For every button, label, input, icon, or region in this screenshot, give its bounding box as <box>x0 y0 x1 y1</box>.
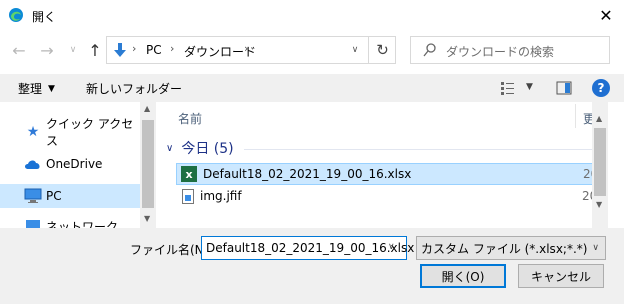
address-dropdown-button[interactable]: ∨ <box>346 40 364 60</box>
sidebar-item-network[interactable]: ネットワーク <box>0 216 140 228</box>
excel-file-icon: x <box>181 166 197 182</box>
refresh-icon: ↻ <box>376 41 389 59</box>
column-header-name[interactable]: 名前 <box>178 110 202 127</box>
close-button[interactable]: ✕ <box>588 0 624 30</box>
organize-button[interactable]: 整理 ▼ <box>18 80 55 97</box>
file-name: Default18_02_2021_19_00_16.xlsx <box>203 167 412 181</box>
scroll-up-icon[interactable]: ▲ <box>596 114 602 123</box>
breadcrumb-pc[interactable]: PC <box>146 43 162 57</box>
forward-button[interactable]: → <box>36 38 58 62</box>
file-row[interactable]: x Default18_02_2021_19_00_16.xlsx 2021 <box>176 163 614 185</box>
scroll-up-icon[interactable]: ▲ <box>144 104 150 113</box>
title-bar <box>0 0 624 30</box>
window-title: 開く <box>32 10 57 24</box>
edge-app-icon <box>8 7 24 23</box>
sidebar-item-onedrive[interactable]: OneDrive <box>0 152 140 176</box>
scroll-down-icon[interactable]: ▼ <box>144 214 150 223</box>
arrow-right-icon: → <box>40 40 54 60</box>
breadcrumb-separator-icon: › <box>170 42 175 55</box>
caret-down-icon: ▼ <box>48 83 55 94</box>
view-options-icon[interactable] <box>500 80 518 96</box>
new-folder-button[interactable]: 新しいフォルダー <box>86 80 182 97</box>
arrow-up-icon: ↑ <box>88 40 102 60</box>
chevron-down-icon: ∨ <box>166 142 174 154</box>
sidebar-item-label: OneDrive <box>46 157 103 171</box>
scrollbar-thumb[interactable] <box>142 120 154 208</box>
sidebar-item-label: PC <box>46 189 62 203</box>
network-icon <box>24 216 42 228</box>
back-button[interactable]: ← <box>8 38 30 62</box>
quick-access-star-icon: ★ <box>26 124 40 140</box>
arrow-left-icon: ← <box>12 40 26 60</box>
organize-label: 整理 <box>18 82 43 96</box>
chevron-down-icon: ∨ <box>351 45 359 55</box>
view-dropdown-icon[interactable]: ▼ <box>526 82 533 92</box>
scrollbar-thumb[interactable] <box>594 128 606 196</box>
group-divider <box>244 149 594 150</box>
search-icon <box>422 42 438 58</box>
file-row[interactable]: img.jfif 2021 <box>176 185 613 207</box>
help-icon[interactable]: ? <box>592 79 610 97</box>
cloud-icon <box>24 155 42 173</box>
chevron-down-icon: ∨ <box>592 243 599 253</box>
close-icon: ✕ <box>599 5 613 25</box>
sidebar-item-label: ネットワーク <box>46 220 119 228</box>
open-button[interactable]: 開く(O) <box>420 264 506 288</box>
refresh-button[interactable]: ↻ <box>368 36 396 64</box>
filename-dropdown-icon[interactable]: ∨ <box>388 242 395 252</box>
column-divider[interactable] <box>575 104 576 128</box>
chevron-down-icon: ∨ <box>69 45 77 55</box>
scroll-down-icon[interactable]: ▼ <box>596 200 602 209</box>
group-header-today[interactable]: ∨ 今日 (5) <box>166 138 234 158</box>
filename-input[interactable]: Default18_02_2021_19_00_16.xlsx <box>201 236 414 260</box>
right-gutter <box>608 102 624 228</box>
image-file-icon <box>182 188 194 204</box>
up-button[interactable]: ↑ <box>84 38 106 62</box>
sidebar-item-pc[interactable]: PC <box>0 184 140 208</box>
group-label: 今日 (5) <box>181 141 234 157</box>
breadcrumb-separator-icon: › <box>132 42 137 55</box>
search-placeholder: ダウンロードの検索 <box>446 45 555 59</box>
download-arrow-icon <box>112 42 128 58</box>
filetype-select[interactable]: カスタム ファイル (*.xlsx;*.*) ∨ <box>416 236 606 260</box>
recent-locations-button[interactable]: ∨ <box>62 38 84 62</box>
filename-value: Default18_02_2021_19_00_16.xlsx <box>206 241 415 255</box>
sidebar-item-label: クイック アクセス <box>46 117 134 148</box>
cancel-button[interactable]: キャンセル <box>518 264 604 288</box>
file-name: img.jfif <box>200 189 242 203</box>
computer-icon <box>24 187 42 205</box>
preview-pane-icon[interactable] <box>556 80 572 96</box>
sidebar-item-quick-access[interactable]: ★ クイック アクセス <box>0 117 140 148</box>
breadcrumb-separator-icon: › <box>244 42 249 55</box>
filetype-value: カスタム ファイル (*.xlsx;*.*) <box>421 241 588 256</box>
